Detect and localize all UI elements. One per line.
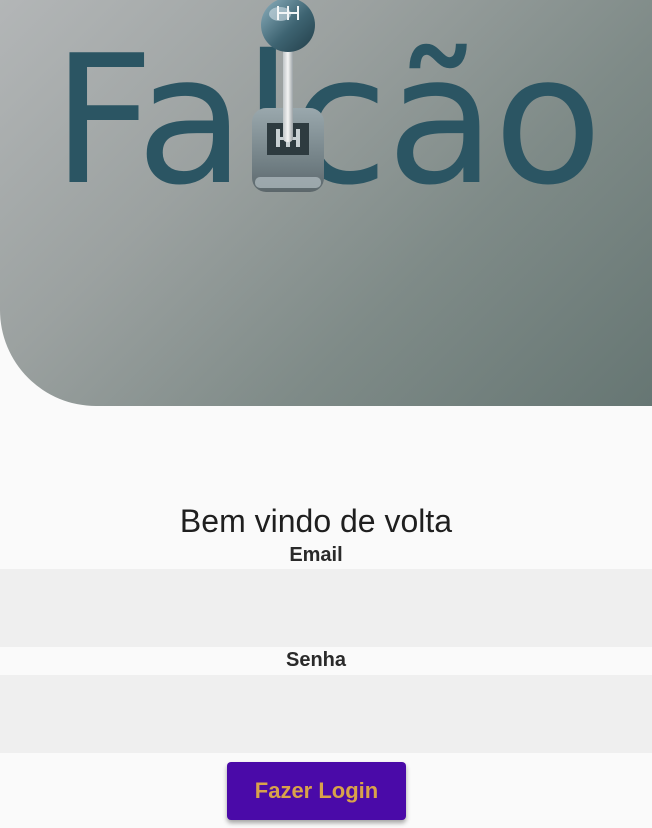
login-screen: Falcão Bem vindo de volta Email Senha Fa… xyxy=(0,0,652,828)
password-field[interactable] xyxy=(0,675,652,753)
password-label: Senha xyxy=(285,649,347,671)
login-button[interactable]: Fazer Login xyxy=(227,762,406,820)
gear-shifter-icon xyxy=(252,0,324,192)
email-label: Email xyxy=(289,544,343,566)
email-field[interactable] xyxy=(0,569,652,647)
welcome-title: Bem vindo de volta xyxy=(179,503,453,539)
header-banner: Falcão xyxy=(0,0,652,406)
falcao-logo: Falcão xyxy=(0,0,652,230)
